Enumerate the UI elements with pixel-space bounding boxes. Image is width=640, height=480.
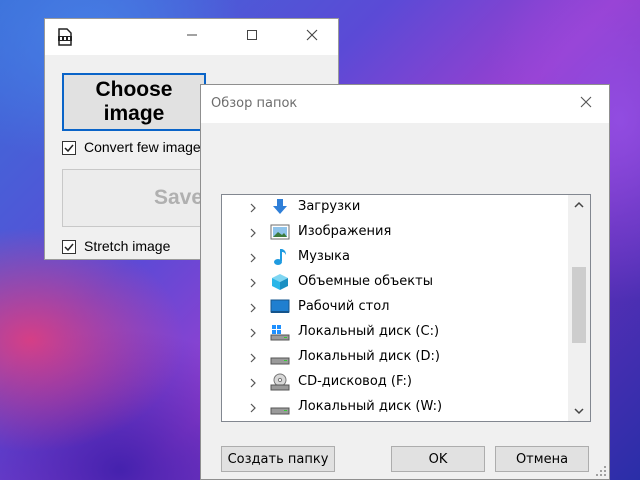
maximize-button[interactable]: [229, 19, 275, 55]
chevron-right-icon[interactable]: [248, 377, 258, 388]
tree-item-label: Локальный диск (C:): [298, 324, 440, 339]
chevron-down-icon: [574, 404, 584, 419]
tree-item-label: Изображения: [298, 224, 392, 239]
chevron-right-icon[interactable]: [248, 352, 258, 363]
convert-checkbox[interactable]: [62, 141, 76, 155]
save-button[interactable]: Save: [62, 169, 206, 227]
chevron-right-icon[interactable]: [248, 227, 258, 238]
chevron-right-icon[interactable]: [248, 252, 258, 263]
choose-image-button[interactable]: Choose image: [62, 73, 206, 131]
dialog-close-button[interactable]: [563, 85, 609, 123]
cancel-button[interactable]: Отмена: [495, 446, 589, 472]
tree-item-music[interactable]: Музыка: [222, 245, 568, 270]
vertical-scrollbar[interactable]: [568, 195, 590, 421]
3d-objects-icon: [270, 273, 290, 291]
tree-item-drive-c[interactable]: Локальный диск (C:): [222, 320, 568, 345]
tree-item-drive-w[interactable]: Локальный диск (W:): [222, 395, 568, 420]
pdf-file-icon: [57, 28, 73, 46]
close-icon: [306, 29, 318, 45]
save-button-label: Save: [153, 186, 203, 209]
tree-item-cd-drive[interactable]: CD-дисковод (F:): [222, 370, 568, 395]
downloads-icon: [270, 198, 290, 216]
cd-drive-icon: [270, 373, 290, 391]
stretch-checkbox-label: Stretch image: [84, 238, 171, 254]
pictures-icon: [270, 223, 290, 241]
tree-item-label: Рабочий стол: [298, 299, 390, 314]
tree-item-pictures[interactable]: Изображения: [222, 220, 568, 245]
tree-item-label: Загрузки: [298, 199, 361, 214]
drive-icon: [270, 398, 290, 416]
chevron-right-icon[interactable]: [248, 202, 258, 213]
tree-item-label: Музыка: [298, 249, 350, 264]
tree-item-label: Локальный диск (W:): [298, 399, 443, 414]
chevron-right-icon[interactable]: [248, 327, 258, 338]
minimize-icon: [186, 29, 198, 45]
chevron-up-icon: [574, 198, 584, 213]
browse-folders-dialog: Обзор папок Загрузки Изображения Музыка …: [200, 84, 610, 480]
close-icon: [580, 96, 592, 112]
tree-item-label: Объемные объекты: [298, 274, 433, 289]
desktop-icon: [270, 298, 290, 316]
close-button[interactable]: [289, 19, 335, 55]
drive-icon: [270, 348, 290, 366]
tree-item-3d-objects[interactable]: Объемные объекты: [222, 270, 568, 295]
scroll-up-button[interactable]: [568, 195, 590, 215]
dialog-title: Обзор папок: [211, 96, 298, 111]
stretch-checkbox[interactable]: [62, 240, 76, 254]
chevron-right-icon[interactable]: [248, 402, 258, 413]
windows-drive-icon: [270, 323, 290, 341]
scroll-down-button[interactable]: [568, 401, 590, 421]
tree-item-downloads[interactable]: Загрузки: [222, 195, 568, 220]
chevron-right-icon[interactable]: [248, 277, 258, 288]
tree-item-desktop[interactable]: Рабочий стол: [222, 295, 568, 320]
ok-button[interactable]: OK: [391, 446, 485, 472]
dialog-titlebar: Обзор папок: [201, 85, 609, 123]
tree-item-drive-d[interactable]: Локальный диск (D:): [222, 345, 568, 370]
scroll-thumb[interactable]: [572, 267, 586, 343]
tree-item-label: Локальный диск (D:): [298, 349, 440, 364]
folder-tree[interactable]: Загрузки Изображения Музыка Объемные объ…: [221, 194, 591, 422]
app-titlebar: [45, 19, 338, 55]
resize-grip-icon[interactable]: [595, 465, 607, 477]
minimize-button[interactable]: [169, 19, 215, 55]
new-folder-button[interactable]: Создать папку: [221, 446, 335, 472]
chevron-right-icon[interactable]: [248, 302, 258, 313]
maximize-icon: [246, 29, 258, 45]
tree-item-label: CD-дисковод (F:): [298, 374, 412, 389]
convert-checkbox-label: Convert few images: [84, 139, 208, 155]
music-icon: [270, 248, 290, 266]
